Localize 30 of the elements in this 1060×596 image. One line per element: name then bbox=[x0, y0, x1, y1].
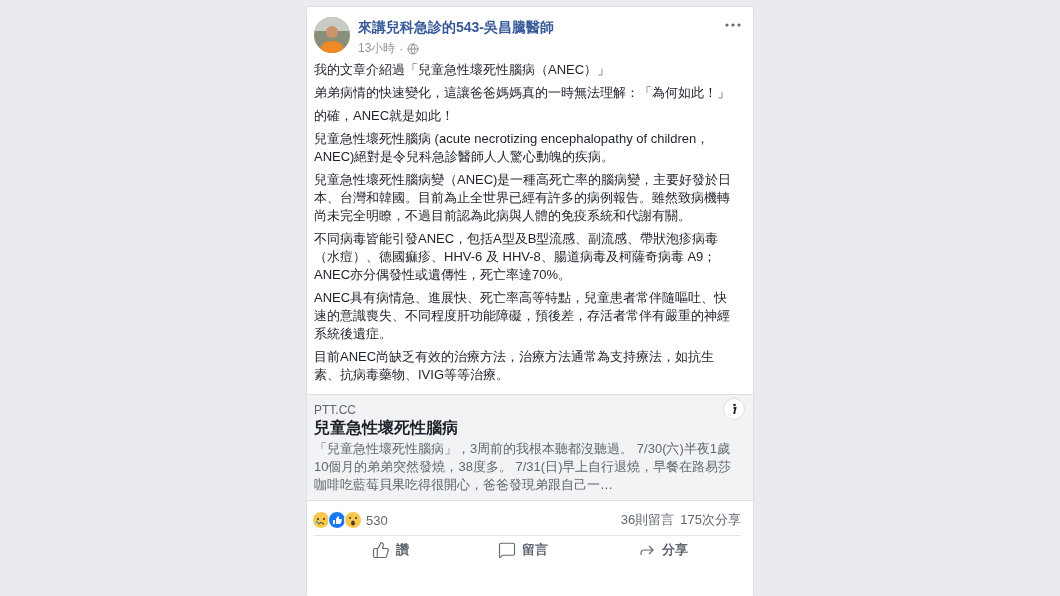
post-paragraph: ANEC具有病情急、進展快、死亡率高等特點，兒童患者常伴隨嘔吐、快速的意識喪失、不同程度肝功能障礙，預後差，存活者常伴有嚴重的神經系統後遺症。 bbox=[314, 289, 731, 343]
thumbs-up-icon bbox=[371, 541, 390, 559]
comment-count[interactable]: 36則留言 bbox=[620, 511, 675, 529]
post-paragraph: 兒童急性壞死性腦病變（ANEC)是一種高死亡率的腦病變，主要好發於日本、台灣和韓國。目前為止全世界已經有許多的病例報告。雖然致病機轉尚未完全明瞭，不過目前認為此病與人體的免疫系統和代謝有關。 bbox=[314, 171, 733, 225]
speech-bubble-icon bbox=[498, 541, 517, 559]
avatar-icon[interactable] bbox=[314, 17, 350, 53]
share-button[interactable]: 分享 bbox=[630, 539, 697, 561]
like-button[interactable]: 讚 bbox=[363, 539, 417, 561]
post-paragraph: 弟弟病情的快速變化，這讓爸爸媽媽真的一時無法理解：「為何如此！」 bbox=[314, 84, 731, 102]
post-paragraph: 的確，ANEC就是如此！ bbox=[314, 107, 456, 125]
info-icon[interactable] bbox=[723, 398, 745, 420]
link-description: 「兒童急性壞死性腦病」，3周前的我根本聽都沒聽過。 7/30(六)半夜1歲10個月的弟弟突然發燒，38度多。 7/31(日)早上自行退燒，早餐在路易莎咖啡吃藍莓貝果吃得很開心，爸爸發現弟跟自己一… bbox=[314, 440, 733, 494]
post-paragraph: 兒童急性壞死性腦病 (acute necrotizing encephalopathy of children，ANEC)絕對是令兒科急診醫師人人驚心動魄的疾病。 bbox=[314, 130, 711, 166]
link-title[interactable]: 兒童急性壞死性腦病 bbox=[314, 418, 739, 439]
globe-icon bbox=[407, 42, 420, 55]
share-count[interactable]: 175次分享 bbox=[680, 511, 741, 529]
separator-dot: · bbox=[399, 41, 404, 56]
more-options-icon[interactable] bbox=[725, 23, 741, 27]
link-domain: PTT.CC bbox=[314, 403, 357, 417]
reaction-count[interactable]: 530 bbox=[366, 512, 388, 528]
like-reaction-icon bbox=[328, 511, 346, 529]
post-paragraph: 不同病毒皆能引發ANEC，包括A型及B型流感、副流感、帶狀泡疹病毒（水痘）、德國痲疹、HHV-6 及 HHV-8、腸道病毒及柯薩奇病毒 A9；ANEC亦分偶發性或遺傳性，死亡率達70%。 bbox=[314, 230, 720, 284]
post-paragraph: 目前ANEC尚缺乏有效的治療方法，治療方法通常為支持療法，如抗生素、抗病毒藥物、IVIG等等治療。 bbox=[314, 348, 716, 384]
author-name[interactable]: 來講兒科急診的543-吳昌騰醫師 bbox=[358, 19, 717, 37]
post-time[interactable]: 13小時 bbox=[358, 40, 396, 57]
comment-button[interactable]: 留言 bbox=[490, 539, 557, 561]
post-paragraph: 我的文章介紹過「兒童急性壞死性腦病（ANEC）」 bbox=[314, 61, 612, 79]
sad-reaction-icon bbox=[312, 511, 330, 529]
link-preview[interactable]: PTT.CC 兒童急性壞死性腦病 「兒童急性壞死性腦病」，3周前的我根本聽都沒聽過。 7/30(六)半夜1歲10個月的弟弟突然發燒，38度多。 7/31(日)早上自行退燒，早餐在路易莎咖啡吃藍莓貝果吃得很開心，爸爸發現弟跟自己一… bbox=[307, 394, 753, 501]
wow-reaction-icon bbox=[344, 511, 362, 529]
